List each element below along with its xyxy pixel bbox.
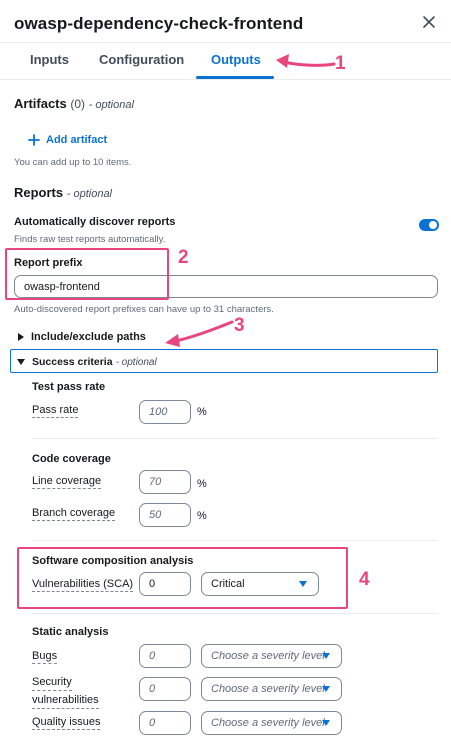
annotation-arrow-3	[165, 320, 234, 347]
artifacts-optional: - optional	[88, 99, 134, 111]
security-severity-placeholder: Choose a severity level	[211, 683, 325, 695]
include-exclude-expander[interactable]: Include/exclude paths	[18, 331, 146, 343]
line-coverage-unit: %	[197, 478, 207, 490]
pass-rate-unit: %	[197, 406, 207, 418]
caret-down-icon	[322, 720, 330, 726]
toggle-knob	[429, 221, 437, 229]
auto-discover-title: Automatically discover reports	[14, 216, 176, 228]
branch-coverage-input[interactable]: 50	[139, 503, 191, 527]
success-criteria-optional: - optional	[115, 356, 157, 368]
annotation-box-4	[17, 547, 348, 609]
bugs-label: Bugs	[32, 650, 58, 664]
branch-coverage-unit: %	[197, 510, 207, 522]
annotation-number-1: 1	[335, 53, 346, 74]
quality-severity-select[interactable]: Choose a severity level	[201, 711, 342, 735]
security-severity-select[interactable]: Choose a severity level	[201, 677, 342, 701]
branch-coverage-label: Branch coverage	[32, 507, 116, 521]
caret-right-icon	[18, 333, 24, 341]
annotation-number-3: 3	[234, 315, 245, 336]
security-vulnerabilities-input[interactable]: 0	[139, 677, 191, 701]
caret-down-icon	[322, 653, 330, 659]
reports-optional: - optional	[66, 188, 113, 200]
panel-title: owasp-dependency-check-frontend	[14, 14, 304, 33]
close-icon[interactable]	[421, 14, 437, 30]
section-divider	[32, 540, 438, 541]
caret-down-icon	[322, 686, 330, 692]
auto-discover-description: Finds raw test reports automatically.	[14, 234, 166, 245]
tab-outputs[interactable]: Outputs	[211, 52, 261, 67]
line-coverage-label: Line coverage	[32, 475, 102, 489]
annotation-arrow-1	[276, 54, 336, 68]
success-criteria-label: Success criteria	[32, 356, 113, 368]
tab-configuration[interactable]: Configuration	[99, 52, 184, 67]
quality-severity-placeholder: Choose a severity level	[211, 717, 325, 729]
add-artifact-button[interactable]: Add artifact	[28, 134, 107, 146]
test-pass-rate-heading: Test pass rate	[32, 381, 106, 393]
plus-icon	[28, 134, 40, 146]
artifacts-count: (0)	[70, 97, 86, 111]
section-divider	[32, 438, 438, 439]
pass-rate-input[interactable]: 100	[139, 400, 191, 424]
add-artifact-label: Add artifact	[46, 134, 108, 146]
success-criteria-header[interactable]: Success criteria - optional	[17, 356, 157, 368]
auto-discover-toggle[interactable]	[419, 219, 439, 231]
section-divider	[32, 613, 438, 614]
bugs-input[interactable]: 0	[139, 644, 191, 668]
security-vulnerabilities-label: Security vulnerabilities	[32, 673, 122, 709]
include-exclude-label: Include/exclude paths	[31, 331, 146, 343]
header-divider	[0, 42, 451, 43]
bugs-severity-placeholder: Choose a severity level	[211, 650, 325, 662]
code-coverage-heading: Code coverage	[32, 453, 111, 465]
annotation-number-4: 4	[359, 569, 370, 590]
artifacts-hint: You can add up to 10 items.	[14, 157, 132, 168]
annotation-number-2: 2	[178, 247, 189, 268]
pass-rate-label: Pass rate	[32, 404, 79, 418]
reports-heading: Reports - optional	[14, 185, 113, 200]
quality-issues-label: Quality issues	[32, 716, 101, 730]
artifacts-heading: Artifacts (0) - optional	[14, 96, 134, 111]
line-coverage-input[interactable]: 70	[139, 470, 191, 494]
caret-down-icon	[17, 359, 25, 365]
bugs-severity-select[interactable]: Choose a severity level	[201, 644, 342, 668]
static-analysis-heading: Static analysis	[32, 626, 109, 638]
quality-issues-input[interactable]: 0	[139, 711, 191, 735]
tabs-divider	[0, 79, 451, 80]
tab-inputs[interactable]: Inputs	[30, 52, 69, 67]
annotation-box-2	[5, 248, 169, 300]
